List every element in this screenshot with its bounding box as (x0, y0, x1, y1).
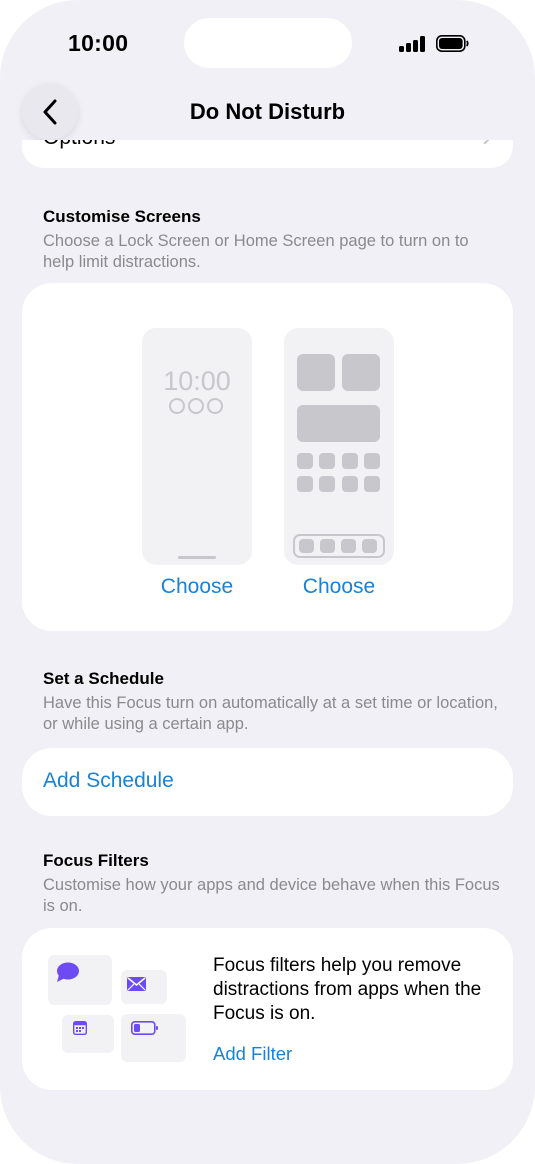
page-title: Do Not Disturb (189, 99, 346, 124)
calendar-filter-tile (62, 1015, 114, 1053)
app-icon-placeholder (342, 453, 358, 469)
set-schedule-description: Have this Focus turn on automatically at… (43, 694, 498, 733)
low-power-filter-tile (121, 1014, 186, 1062)
widget-placeholder (297, 405, 380, 442)
chat-bubble-icon (57, 962, 79, 982)
focus-filters-info: Focus filters help you remove distractio… (213, 955, 482, 1024)
messages-filter-tile (48, 955, 112, 1005)
app-icon-placeholder (364, 476, 380, 492)
mail-filter-tile (121, 970, 167, 1004)
lock-screen-widgets (169, 398, 223, 414)
focus-filters-description: Customise how your apps and device behav… (43, 876, 500, 915)
options-row[interactable]: Options (22, 140, 513, 168)
home-screen-preview[interactable] (284, 328, 394, 565)
widget-placeholder (297, 354, 335, 391)
battery-icon (436, 35, 469, 52)
lock-screen-preview[interactable]: 10:00 (142, 328, 252, 565)
widget-placeholder (342, 354, 380, 391)
focus-filters-title: Focus Filters (43, 851, 149, 870)
focus-filters-card: Focus filters help you remove distractio… (22, 928, 513, 1090)
app-icon-placeholder (364, 453, 380, 469)
dynamic-island (184, 18, 352, 68)
app-icon-placeholder (297, 476, 313, 492)
customise-screens-card: 10:00 Choose Choose (22, 283, 513, 631)
status-time: 10:00 (68, 30, 129, 56)
calendar-icon (73, 1021, 87, 1035)
choose-lock-screen-button[interactable]: Choose (142, 575, 252, 599)
chevron-right-icon (483, 140, 490, 144)
add-filter-button[interactable]: Add Filter (213, 1043, 292, 1065)
lock-screen-time: 10:00 (163, 366, 231, 396)
set-schedule-title: Set a Schedule (43, 669, 164, 688)
add-schedule-button[interactable]: Add Schedule (43, 769, 174, 793)
mail-icon (127, 977, 146, 991)
home-indicator (178, 556, 216, 559)
app-icon-placeholder (319, 453, 335, 469)
add-schedule-row[interactable]: Add Schedule (22, 748, 513, 816)
phone-screen: 10:00 Do Not Disturb Options Customise S… (0, 0, 535, 1164)
app-icon-placeholder (297, 453, 313, 469)
customise-screens-description: Choose a Lock Screen or Home Screen page… (43, 232, 469, 271)
choose-home-screen-button[interactable]: Choose (284, 575, 394, 599)
battery-low-icon (131, 1021, 158, 1035)
cellular-signal-icon (399, 36, 427, 52)
app-icon-placeholder (319, 476, 335, 492)
customise-screens-title: Customise Screens (43, 207, 201, 226)
options-label: Options (43, 140, 115, 150)
app-icon-placeholder (342, 476, 358, 492)
dock-placeholder (293, 534, 385, 558)
